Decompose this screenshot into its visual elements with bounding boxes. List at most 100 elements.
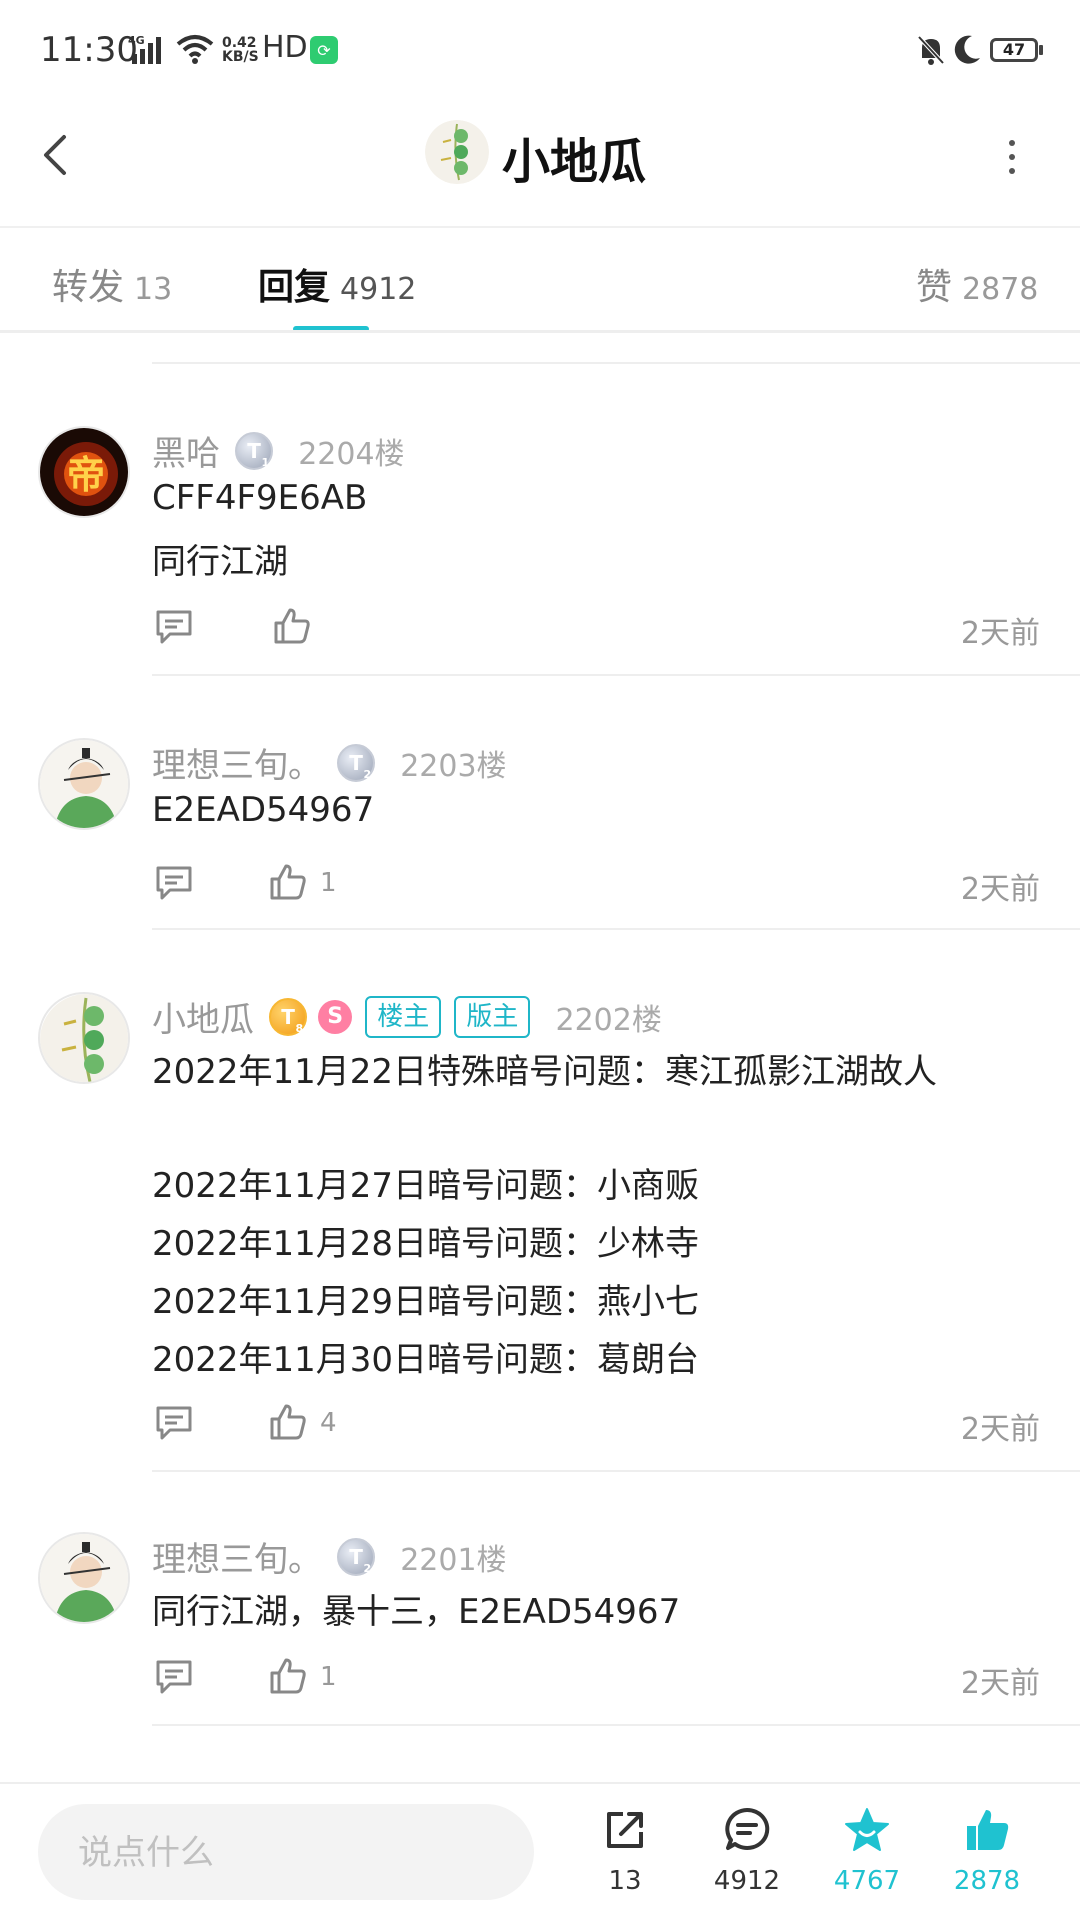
post-meta: 理想三旬。 T2 2203楼	[152, 738, 507, 786]
username[interactable]: 理想三旬。	[152, 1532, 322, 1581]
user-avatar-image	[40, 994, 128, 1082]
user-avatar-image	[40, 1534, 128, 1622]
comment-input[interactable]	[76, 1804, 500, 1902]
avatar[interactable]: 帝	[38, 426, 130, 518]
floor-number: 2203楼	[400, 748, 507, 784]
tab-replies[interactable]: 回复 4912	[258, 258, 416, 310]
header-avatar[interactable]	[425, 120, 489, 184]
post-meta: 黑哈 T1 2204楼	[152, 426, 405, 474]
post-text-line: 2022年11月30日暗号问题：葛朗台	[152, 1340, 700, 1380]
reply-button[interactable]	[154, 1404, 194, 1446]
svg-text:4G: 4G	[128, 34, 145, 47]
thumb-up-icon	[270, 1658, 306, 1694]
net-speed-value: 0.42	[222, 35, 257, 51]
post-separator	[152, 674, 1080, 676]
tab-likes-count: 2878	[962, 272, 1039, 307]
post-text-line: CFF4F9E6AB	[152, 478, 368, 518]
post-time: 2天前	[960, 1666, 1040, 1701]
floor-number: 2204楼	[298, 436, 405, 472]
bell-off-icon	[916, 34, 946, 70]
op-tag: 楼主	[365, 995, 442, 1038]
battery-indicator: 47	[990, 38, 1038, 62]
post-time: 2天前	[960, 1412, 1040, 1447]
username[interactable]: 黑哈	[152, 426, 220, 475]
like-button[interactable]	[268, 1656, 308, 1700]
like-count: 1	[320, 1662, 337, 1692]
header: 小地瓜	[0, 100, 1080, 226]
like-count: 4	[320, 1408, 337, 1438]
level-letter: T	[281, 1004, 295, 1029]
avatar[interactable]	[38, 992, 130, 1084]
like-button[interactable]	[268, 862, 308, 906]
post-meta: 小地瓜 T8 S 楼主 版主 2202楼	[152, 992, 662, 1040]
like-count: 1	[320, 868, 337, 898]
tabs-divider	[0, 330, 1080, 333]
comment-icon	[156, 1406, 192, 1440]
comment-icon	[156, 1660, 192, 1694]
post-separator	[152, 928, 1080, 930]
comment-input-box[interactable]	[38, 1804, 534, 1902]
post-text-line: E2EAD54967	[152, 790, 375, 830]
level-letter: T	[349, 750, 363, 775]
share-count: 13	[608, 1866, 642, 1896]
favorite-button[interactable]: 4767	[812, 1806, 922, 1896]
tab-likes[interactable]: 赞 2878	[916, 258, 1038, 310]
thumb-up-filled-icon	[967, 1810, 1009, 1850]
like-button[interactable]	[268, 1402, 308, 1446]
level-number: 2	[363, 767, 372, 781]
thumb-up-icon	[270, 1404, 306, 1440]
post-time: 2天前	[960, 616, 1040, 651]
like-button[interactable]	[272, 606, 312, 650]
net-speed-unit: KB/S	[222, 49, 259, 65]
comment-count: 4912	[713, 1866, 781, 1896]
user-avatar-image: 帝	[40, 428, 128, 516]
reply-button[interactable]	[154, 1658, 194, 1700]
post-meta: 理想三旬。 T2 2201楼	[152, 1532, 507, 1580]
page-title: 小地瓜	[502, 134, 647, 190]
post-text-line: 同行江湖	[152, 542, 288, 582]
reply-button[interactable]	[154, 864, 194, 906]
battery-tip	[1039, 45, 1043, 55]
share-button[interactable]: 13	[570, 1806, 680, 1896]
level-letter: T	[349, 1544, 363, 1569]
post-text-line: 2022年11月27日暗号问题：小商贩	[152, 1166, 700, 1206]
svg-text:帝: 帝	[67, 453, 105, 497]
tab-bar: 转发 13 回复 4912 赞 2878	[0, 228, 1080, 332]
tab-replies-count: 4912	[340, 272, 417, 307]
tab-reposts[interactable]: 转发 13	[52, 258, 172, 310]
more-vertical-icon	[1009, 140, 1015, 174]
comment-bubble-icon	[725, 1807, 770, 1850]
thumb-up-icon	[270, 864, 306, 900]
forum-avatar-image	[425, 120, 489, 184]
avatar[interactable]	[38, 738, 130, 830]
tab-reposts-count: 13	[134, 272, 173, 307]
avatar[interactable]	[38, 1532, 130, 1624]
back-button[interactable]	[32, 125, 82, 185]
like-post-button[interactable]: 2878	[932, 1806, 1042, 1896]
moon-icon	[952, 34, 982, 70]
post-text-line: 同行江湖，暴十三，E2EAD54967	[152, 1592, 681, 1632]
post-separator	[152, 1724, 1080, 1726]
level-number: 1	[261, 455, 270, 469]
bottom-action-bar: 13 4912 4767 2878	[0, 1784, 1080, 1920]
level-badge-icon: T2	[337, 743, 376, 782]
moderator-tag: 版主	[454, 995, 531, 1038]
tab-likes-label: 赞	[916, 267, 953, 308]
level-badge-icon: T8	[269, 997, 308, 1036]
comment-icon	[156, 866, 192, 900]
floor-number: 2201楼	[400, 1542, 507, 1578]
signal-icon: 4G	[128, 32, 164, 72]
wifi-icon	[176, 32, 214, 70]
level-number: 2	[363, 1561, 372, 1575]
star-icon	[845, 1808, 889, 1851]
status-time: 11:30	[40, 30, 138, 70]
comment-button[interactable]: 4912	[692, 1806, 802, 1896]
reply-button[interactable]	[154, 608, 194, 650]
username[interactable]: 理想三旬。	[152, 738, 322, 787]
more-options-button[interactable]	[990, 130, 1034, 180]
username[interactable]: 小地瓜	[152, 992, 254, 1041]
back-arrow-icon	[44, 135, 66, 175]
tab-replies-label: 回复	[258, 267, 331, 308]
floor-number: 2202楼	[555, 1002, 662, 1038]
level-letter: T	[247, 438, 261, 463]
